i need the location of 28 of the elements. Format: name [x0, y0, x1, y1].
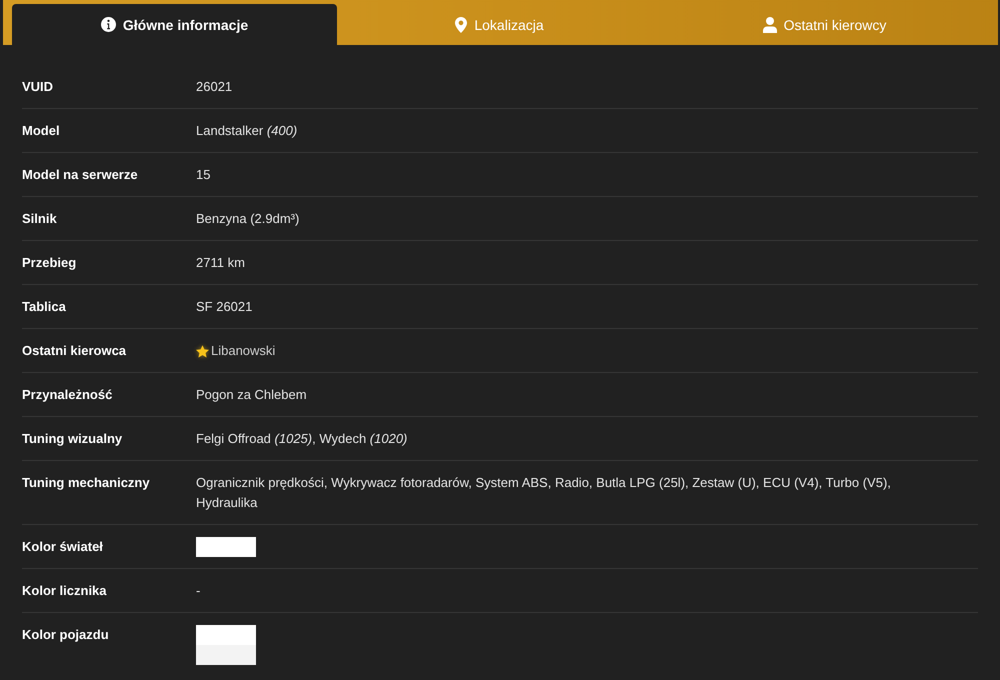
field-value: 15 — [196, 167, 210, 182]
driver-link[interactable]: Libanowski — [211, 341, 276, 361]
field-value: Ogranicznik prędkości, Wykrywacz fotoradarów, System ABS, Radio, Butla LPG (25l), Zestaw (U), ECU (V4), Turbo (V5), Hydraulika — [196, 475, 891, 510]
field-label: Tuning wizualny — [22, 430, 124, 448]
field-label: Kolor licznika — [22, 582, 108, 600]
field-value: Benzyna (2.9dm³) — [196, 211, 300, 226]
field-label: VUID — [22, 78, 54, 96]
field-value: 26021 — [196, 79, 232, 94]
field-label: Model na serwerze — [22, 166, 139, 184]
field-value: Pogon za Chlebem — [196, 387, 307, 402]
field-value: Landstalker (400) — [196, 123, 298, 138]
field-label: Przynależność — [22, 386, 114, 404]
field-label: Tablica — [22, 298, 67, 316]
field-label: Przebieg — [22, 254, 78, 272]
field-label: Kolor pojazdu — [22, 626, 110, 644]
user-icon — [762, 16, 777, 32]
field-value: 2711 km — [196, 255, 245, 270]
field-value: Felgi Offroad (1025), Wydech (1020) — [196, 431, 408, 446]
field-label: Silnik — [22, 210, 58, 228]
map-pin-icon — [455, 16, 468, 32]
field-label: Kolor świateł — [22, 538, 104, 556]
field-label: Ostatni kierowca — [22, 342, 128, 360]
field-value: SF 26021 — [196, 299, 252, 314]
tab[interactable]: Główne informacje — [12, 4, 337, 45]
field-value: - — [196, 583, 200, 598]
info-icon — [100, 17, 116, 32]
field-label: Tuning mechaniczny — [22, 474, 151, 492]
field-label: Model — [22, 122, 61, 140]
